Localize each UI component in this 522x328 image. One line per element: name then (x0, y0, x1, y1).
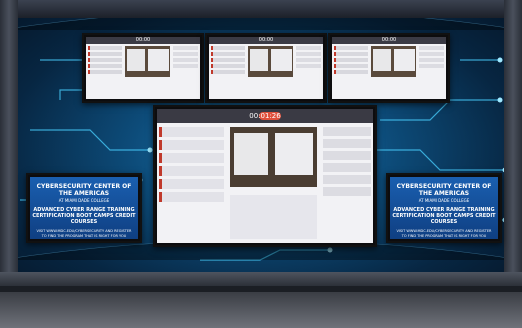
top-monitor-center: 00:00 (205, 33, 327, 103)
promo-cta: VISIT WWW.MDC.EDU/CYBERSECURITY AND REGI… (396, 229, 492, 238)
promo-headline: CYBERSECURITY CENTER OF THE AMERICAS (396, 183, 492, 197)
promo-monitor-left: CYBERSECURITY CENTER OF THE AMERICAS AT … (26, 173, 142, 243)
promo-monitor-right: CYBERSECURITY CENTER OF THE AMERICAS AT … (386, 173, 502, 243)
timer-text: 00:01:26 (249, 112, 281, 120)
promo-subline: AT MIAMI DADE COLLEGE (418, 198, 470, 203)
timer-text: 00:00 (135, 37, 151, 43)
floor (0, 292, 522, 328)
left-pillar (0, 0, 18, 275)
promo-offer: ADVANCED CYBER RANGE TRAINING CERTIFICAT… (32, 207, 136, 225)
right-pillar (504, 0, 522, 275)
ceiling-beam (0, 0, 522, 18)
timer-text: 00:00 (258, 37, 274, 43)
control-room-photo: 00:00 00:00 00:00 00:01:26 CYBERSECURITY… (0, 0, 522, 328)
promo-subline: AT MIAMI DADE COLLEGE (58, 198, 110, 203)
desk-shelf (0, 272, 522, 286)
main-monitor: 00:01:26 (153, 105, 377, 247)
details-panel (230, 194, 317, 239)
timer-text: 00:00 (381, 37, 397, 43)
video-panel (230, 127, 317, 188)
top-monitor-left: 00:00 (82, 33, 204, 103)
promo-headline: CYBERSECURITY CENTER OF THE AMERICAS (36, 183, 132, 197)
top-monitor-right: 00:00 (328, 33, 450, 103)
promo-offer: ADVANCED CYBER RANGE TRAINING CERTIFICAT… (392, 207, 496, 225)
promo-cta: VISIT WWW.MDC.EDU/CYBERSECURITY AND REGI… (36, 229, 132, 238)
